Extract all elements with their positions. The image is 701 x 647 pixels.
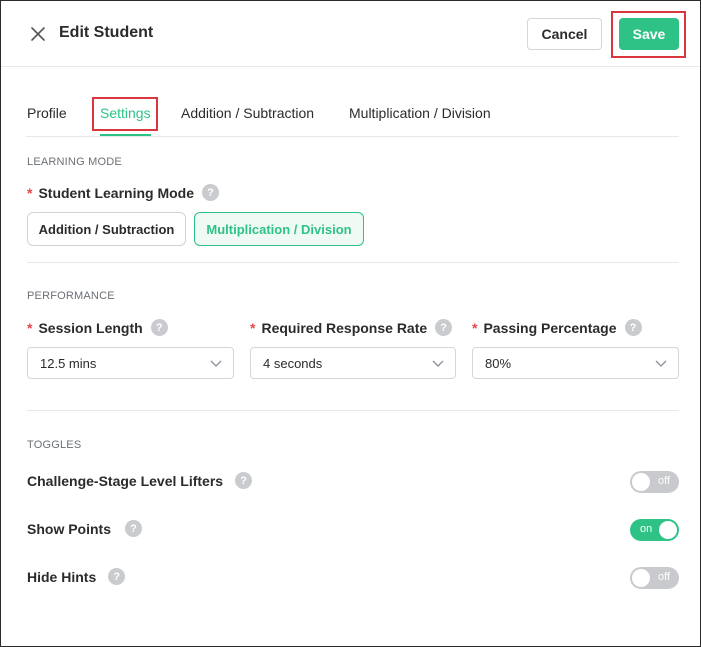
toggle-state-text: off (657, 475, 670, 487)
section-label-performance: PERFORMANCE (27, 290, 115, 302)
tab-profile[interactable]: Profile (27, 105, 67, 121)
passing-percentage-label: * Passing Percentage ? (472, 319, 642, 336)
mode-option-multiplication-division[interactable]: Multiplication / Division (194, 212, 364, 246)
show-points-label: Show Points ? (27, 520, 142, 537)
toggle-state-text: on (640, 523, 653, 535)
hide-hints-label: Hide Hints ? (27, 568, 126, 585)
required-marker: * (250, 319, 256, 336)
chevron-down-icon (210, 360, 222, 367)
help-icon[interactable]: ? (202, 184, 220, 201)
tab-addition-subtraction[interactable]: Addition / Subtraction (181, 105, 314, 121)
toggle-knob (632, 569, 650, 587)
tab-bar: Profile Settings Addition / Subtraction … (26, 97, 679, 137)
tab-multiplication-division[interactable]: Multiplication / Division (349, 105, 491, 121)
chevron-down-icon (432, 360, 444, 367)
section-label-toggles: TOGGLES (27, 439, 82, 451)
close-icon[interactable] (29, 25, 47, 43)
save-button[interactable]: Save (619, 18, 679, 50)
required-response-rate-select[interactable]: 4 seconds (250, 347, 456, 379)
passing-percentage-value: 80% (485, 355, 512, 371)
dialog-header: Edit Student Cancel Save (1, 1, 700, 67)
show-points-text: Show Points (27, 520, 111, 537)
challenge-stage-level-lifters-label: Challenge-Stage Level Lifters ? (27, 472, 253, 489)
section-label-learning-mode: LEARNING MODE (27, 156, 122, 168)
cancel-button[interactable]: Cancel (527, 18, 602, 50)
hide-hints-text: Hide Hints (27, 568, 97, 585)
active-tab-indicator (100, 134, 151, 136)
divider (27, 410, 679, 411)
required-response-rate-text: Required Response Rate (261, 319, 428, 336)
edit-student-dialog: Edit Student Cancel Save Profile Setting… (0, 0, 701, 647)
show-points-toggle[interactable]: on (630, 519, 679, 541)
required-response-rate-value: 4 seconds (263, 355, 323, 371)
challenge-stage-level-lifters-text: Challenge-Stage Level Lifters (27, 472, 224, 489)
help-icon[interactable]: ? (108, 568, 126, 585)
help-icon[interactable]: ? (235, 472, 253, 489)
required-marker: * (472, 319, 478, 336)
hide-hints-toggle[interactable]: off (630, 567, 679, 589)
toggle-knob (632, 473, 650, 491)
passing-percentage-text: Passing Percentage (483, 319, 617, 336)
passing-percentage-select[interactable]: 80% (472, 347, 679, 379)
required-response-rate-label: * Required Response Rate ? (250, 319, 453, 336)
page-title: Edit Student (59, 24, 154, 41)
tab-settings[interactable]: Settings (100, 105, 151, 121)
chevron-down-icon (655, 360, 667, 367)
student-learning-mode-label: * Student Learning Mode ? (27, 184, 220, 201)
session-length-label: * Session Length ? (27, 319, 168, 336)
session-length-value: 12.5 mins (40, 355, 97, 371)
help-icon[interactable]: ? (125, 520, 142, 537)
help-icon[interactable]: ? (150, 319, 168, 336)
divider (27, 262, 679, 263)
mode-option-addition-subtraction[interactable]: Addition / Subtraction (27, 212, 186, 246)
help-icon[interactable]: ? (435, 319, 453, 336)
challenge-stage-level-lifters-toggle[interactable]: off (630, 471, 679, 493)
session-length-text: Session Length (38, 319, 143, 336)
session-length-select[interactable]: 12.5 mins (27, 347, 234, 379)
save-button-highlight: Save (611, 11, 686, 58)
toggle-state-text: off (657, 571, 670, 583)
help-icon[interactable]: ? (624, 319, 642, 336)
student-learning-mode-text: Student Learning Mode (38, 184, 195, 201)
required-marker: * (27, 184, 33, 201)
required-marker: * (27, 319, 33, 336)
toggle-knob (659, 521, 677, 539)
